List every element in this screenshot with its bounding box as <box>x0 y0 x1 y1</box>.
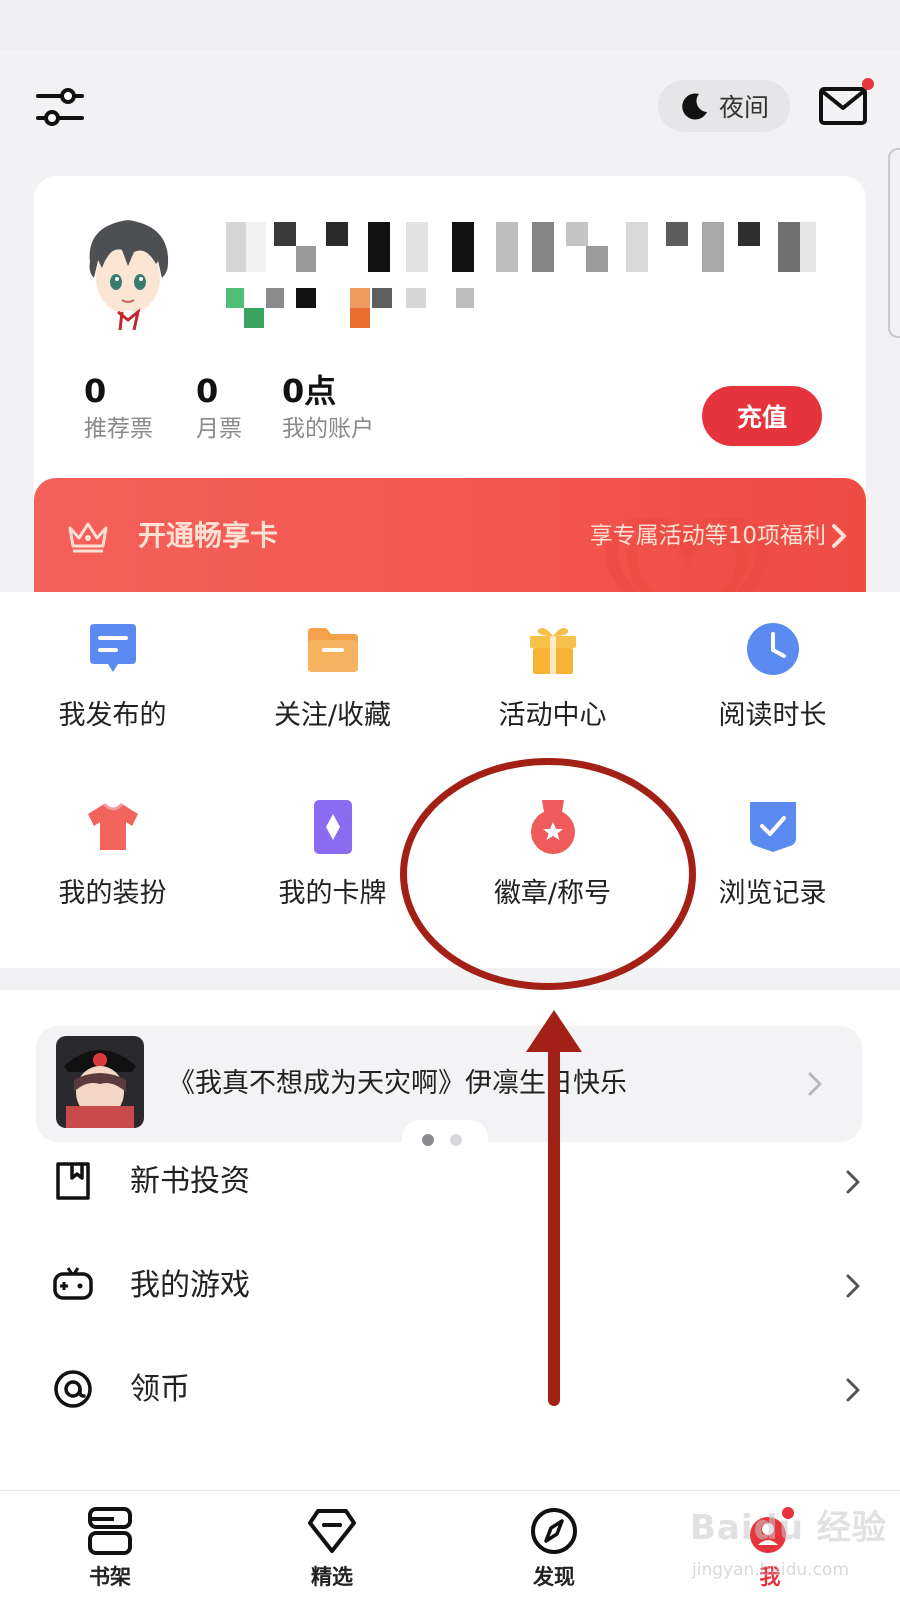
lower-panel: 《我真不想成为天灾啊》伊凛生日快乐 新书投资 我的游戏 领币 <box>0 990 900 1490</box>
list-item-my-games[interactable]: 我的游戏 <box>0 1234 900 1338</box>
promo-character-thumbnail <box>56 1036 144 1128</box>
list-item-label: 我的游戏 <box>130 1268 250 1303</box>
nav-tab-featured[interactable]: 精选 <box>262 1491 402 1600</box>
bookmark-icon <box>56 1162 90 1200</box>
moon-icon <box>682 93 707 120</box>
card-icon <box>314 800 352 854</box>
diamond-icon <box>308 1509 356 1553</box>
vip-banner-title: 开通畅享卡 <box>138 519 279 552</box>
grid-item-label: 活动中心 <box>498 700 607 731</box>
stat-label: 推荐票 <box>84 416 153 442</box>
watermark: Baidu 经验 jingyan.baidu.com <box>690 1504 900 1600</box>
promo-text: 《我真不想成为天灾啊》伊凛生日快乐 <box>168 1068 627 1099</box>
stat-value: 0 <box>84 372 107 410</box>
chevron-right-icon <box>846 1170 860 1194</box>
stat-my-account[interactable]: 0点 我的账户 <box>282 372 374 446</box>
user-level-obscured <box>226 288 506 328</box>
nav-tab-label: 书架 <box>89 1565 131 1589</box>
nav-tab-label: 发现 <box>533 1565 575 1589</box>
grid-item-follow-favorites[interactable]: 关注/收藏 <box>220 592 445 742</box>
grid-item-browse-history[interactable]: 浏览记录 <box>660 770 885 920</box>
status-bar <box>0 0 900 50</box>
folder-icon <box>308 628 358 672</box>
stat-monthly-votes[interactable]: 0 月票 <box>196 372 242 446</box>
settings-button[interactable] <box>34 82 86 132</box>
clock-icon <box>747 623 799 675</box>
side-drawer-handle[interactable] <box>888 148 900 338</box>
stat-value: 0 <box>196 372 219 410</box>
nav-tab-label: 精选 <box>311 1565 353 1589</box>
recharge-button[interactable]: 充值 <box>702 386 822 446</box>
grid-item-my-posts[interactable]: 我发布的 <box>0 592 225 742</box>
username-obscured <box>226 222 816 272</box>
grid-item-label: 阅读时长 <box>718 700 827 731</box>
vip-banner-subtitle: 享专属活动等10项福利 <box>589 523 826 549</box>
mail-button[interactable] <box>818 78 874 128</box>
stat-value: 0点 <box>282 372 337 410</box>
list-item-new-book-investment[interactable]: 新书投资 <box>0 1130 900 1234</box>
annotation-circle <box>400 758 696 990</box>
bookshelf-icon <box>88 1507 132 1555</box>
grid-item-reading-time[interactable]: 阅读时长 <box>660 592 885 742</box>
at-coin-icon <box>54 1370 92 1408</box>
grid-item-activity-center[interactable]: 活动中心 <box>440 592 665 742</box>
list-item-label: 领币 <box>130 1372 190 1407</box>
top-bar: 夜间 <box>0 60 900 150</box>
crown-icon <box>68 522 108 553</box>
chevron-right-icon <box>846 1274 860 1298</box>
list-item-label: 新书投资 <box>130 1164 250 1199</box>
sliders-icon <box>36 88 84 126</box>
app-root: 夜间 0 推荐票 0 月票 0点 我的账户 充值 开通畅享卡 享专属活动等10项… <box>0 0 900 1600</box>
tshirt-icon <box>88 802 138 850</box>
night-mode-button[interactable]: 夜间 <box>658 80 790 132</box>
grid-item-label: 我的装扮 <box>58 878 167 909</box>
grid-item-label: 关注/收藏 <box>273 700 392 731</box>
shield-check-icon <box>750 802 796 852</box>
compass-icon <box>531 1508 577 1554</box>
watermark-url: jingyan.baidu.com <box>692 1560 849 1580</box>
night-mode-label: 夜间 <box>718 93 769 122</box>
section-divider <box>0 968 900 990</box>
chevron-right-icon <box>832 524 846 548</box>
nav-tab-discover[interactable]: 发现 <box>484 1491 624 1600</box>
chevron-right-icon <box>808 1072 822 1096</box>
watermark-brand: Baidu 经验 <box>690 1508 887 1548</box>
chevron-right-icon <box>846 1378 860 1402</box>
chat-bubble-icon <box>90 624 136 672</box>
stat-recommend-votes[interactable]: 0 推荐票 <box>84 372 153 446</box>
gamepad-icon <box>53 1267 93 1300</box>
mail-icon <box>819 87 867 125</box>
stat-label: 我的账户 <box>282 416 374 442</box>
grid-item-label: 我发布的 <box>58 700 167 731</box>
gift-icon <box>530 628 576 674</box>
mail-badge <box>862 78 874 90</box>
profile-card: 0 推荐票 0 月票 0点 我的账户 充值 开通畅享卡 享专属活动等10项福利 <box>34 176 866 616</box>
list-item-claim-coins[interactable]: 领币 <box>0 1338 900 1442</box>
avatar[interactable] <box>76 212 180 331</box>
nav-tab-bookshelf[interactable]: 书架 <box>40 1491 180 1600</box>
stat-label: 月票 <box>196 416 242 442</box>
grid-item-my-outfits[interactable]: 我的装扮 <box>0 770 225 920</box>
